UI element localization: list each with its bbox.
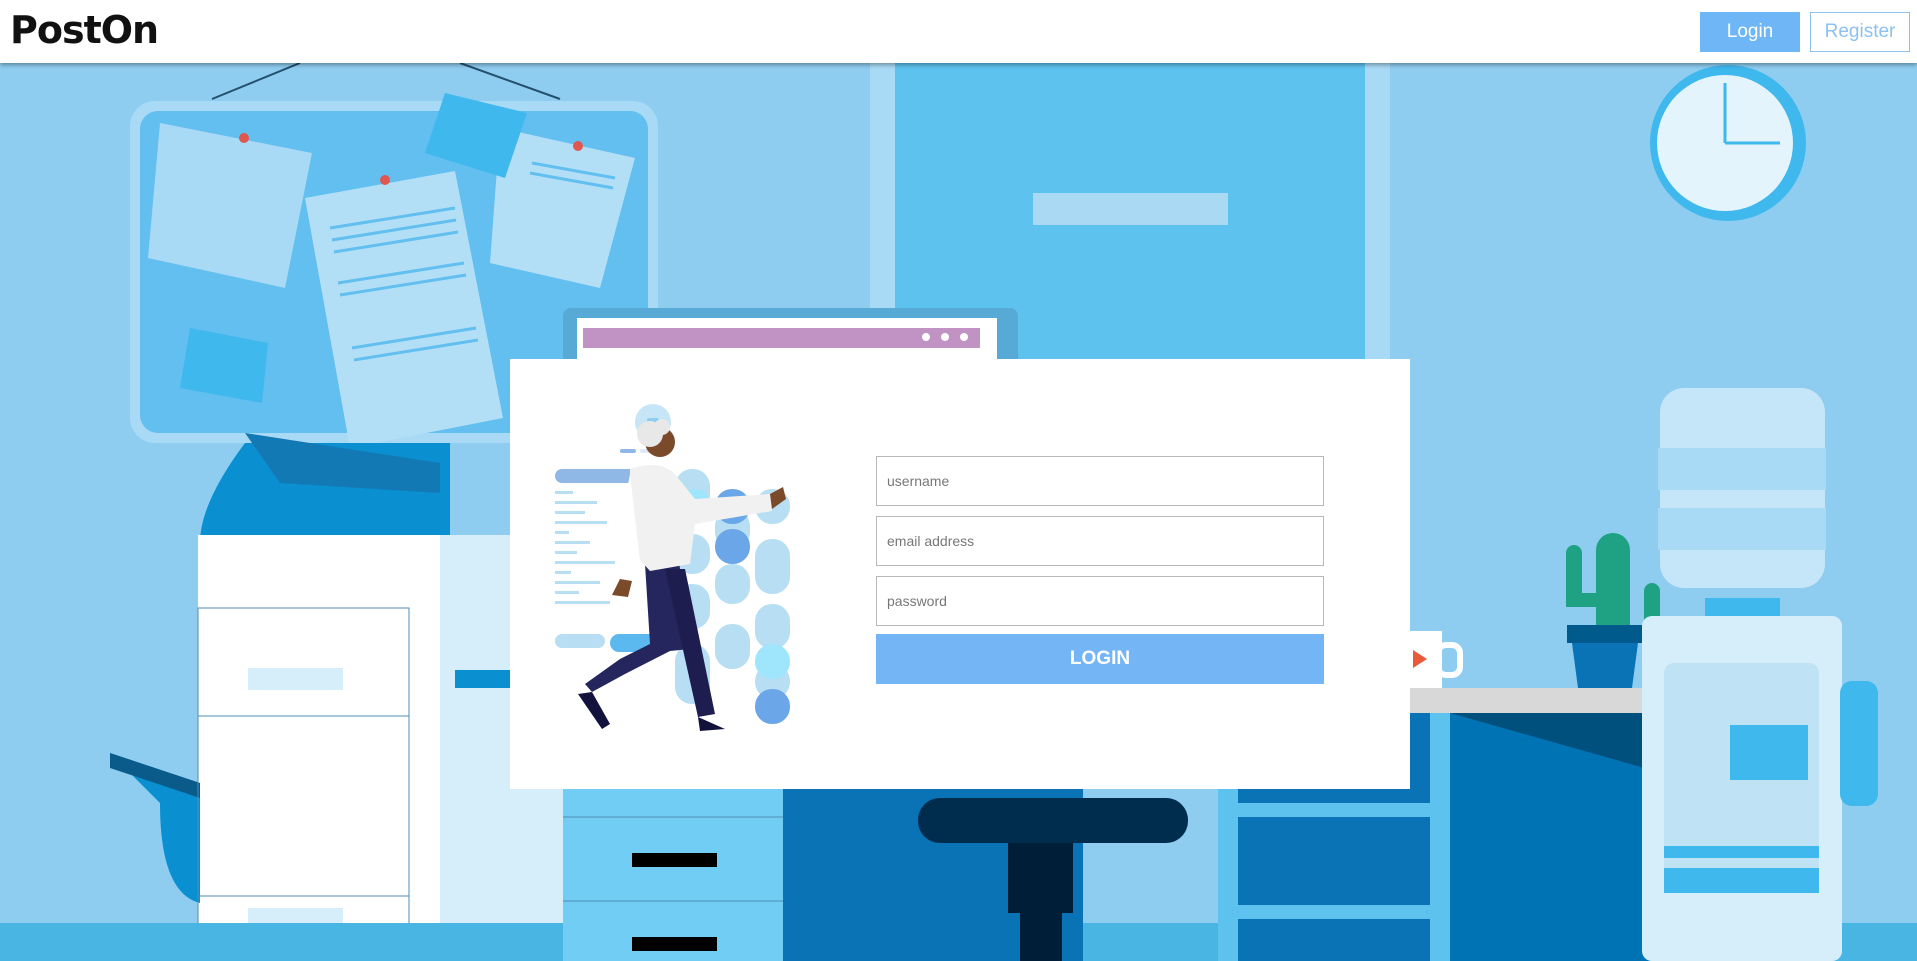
username-field[interactable] [876,456,1324,506]
login-submit-button[interactable]: LOGIN [876,634,1324,684]
nav-register-button[interactable]: Register [1810,12,1910,52]
password-field[interactable] [876,576,1324,626]
brand-logo[interactable]: PostOn [10,8,159,52]
person-illustration [555,404,790,731]
nav-login-button[interactable]: Login [1700,12,1800,52]
login-card: LOGIN [510,359,1410,789]
email-field[interactable] [876,516,1324,566]
top-navbar: PostOn Login Register [0,0,1917,63]
